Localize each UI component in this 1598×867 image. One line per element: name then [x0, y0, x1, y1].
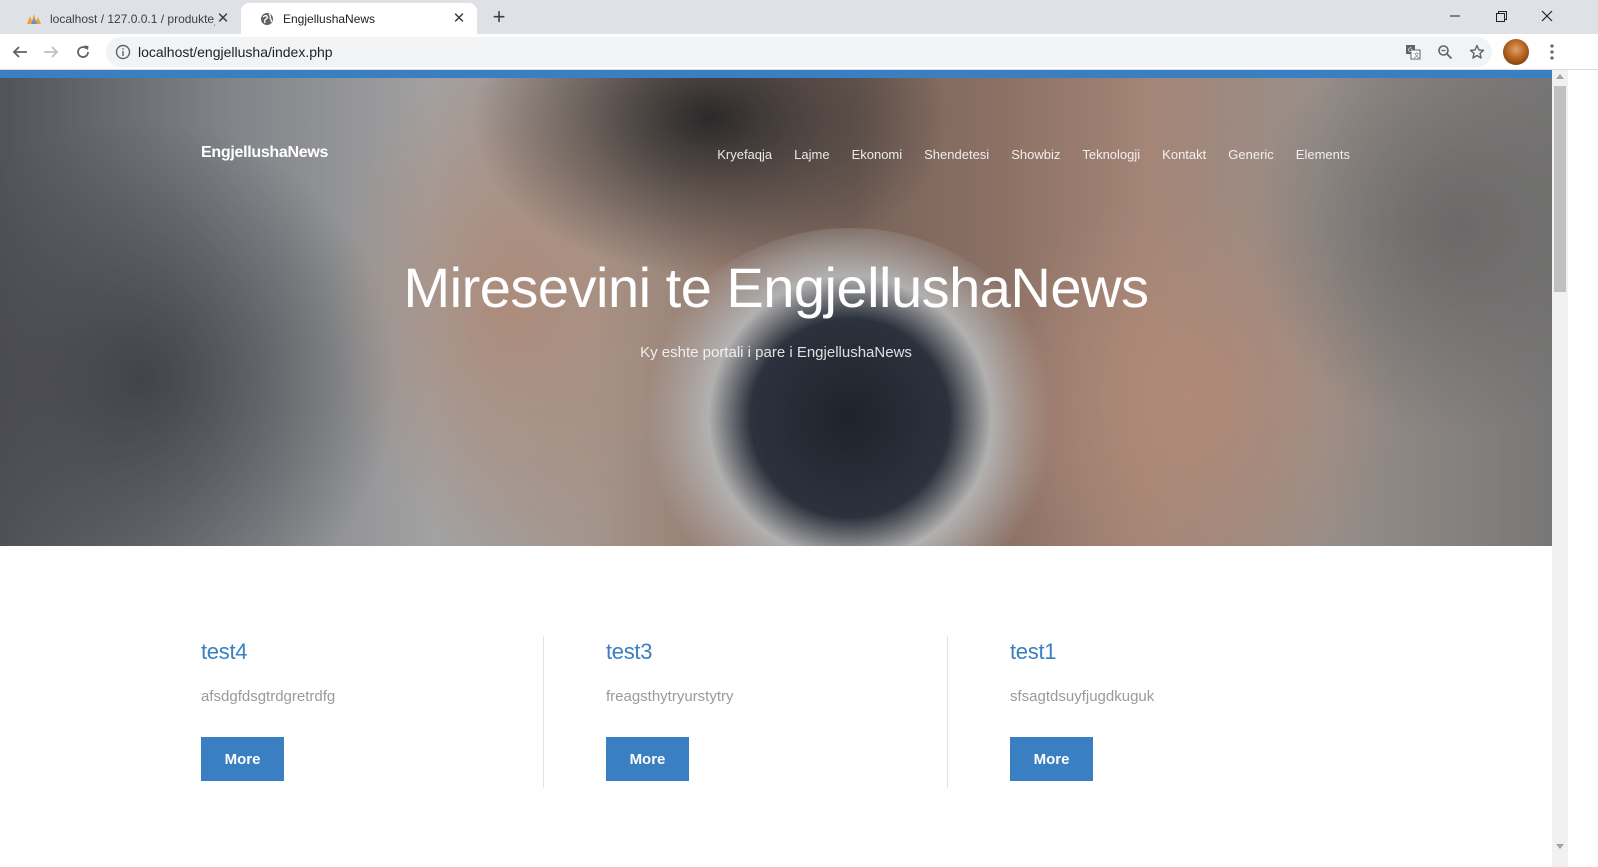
more-button[interactable]: More: [201, 737, 284, 781]
browser-menu-icon[interactable]: [1540, 38, 1564, 66]
nav-item-kontakt[interactable]: Kontakt: [1162, 147, 1206, 162]
hero-subtitle: Ky eshte portali i pare i EngjellushaNew…: [640, 344, 912, 361]
back-button[interactable]: [6, 38, 34, 66]
hero-banner: EngjellushaNews Kryefaqja Lajme Ekonomi …: [0, 78, 1552, 546]
more-button[interactable]: More: [1010, 737, 1093, 781]
page-viewport: EngjellushaNews Kryefaqja Lajme Ekonomi …: [0, 70, 1552, 867]
nav-item-ekonomi[interactable]: Ekonomi: [852, 147, 903, 162]
close-tab-icon[interactable]: ✕: [215, 10, 231, 27]
nav-item-teknologji[interactable]: Teknologji: [1082, 147, 1140, 162]
main-nav: Kryefaqja Lajme Ekonomi Shendetesi Showb…: [717, 147, 1350, 162]
profile-avatar[interactable]: [1503, 39, 1529, 65]
scrollbar-thumb[interactable]: [1554, 86, 1566, 292]
scroll-up-arrow-icon[interactable]: [1556, 74, 1564, 79]
address-bar[interactable]: localhost/engjellusha/index.php G文: [106, 37, 1492, 67]
nav-item-shendetesi[interactable]: Shendetesi: [924, 147, 989, 162]
article-title[interactable]: test1: [1010, 639, 1351, 665]
phpmyadmin-icon: [26, 11, 42, 27]
nav-item-lajme[interactable]: Lajme: [794, 147, 829, 162]
article-excerpt: afsdgfdsgtrdgretrdfg: [201, 688, 336, 705]
bookmark-star-icon[interactable]: [1468, 43, 1486, 61]
more-button[interactable]: More: [605, 737, 689, 781]
close-window-button[interactable]: [1524, 2, 1570, 30]
translate-icon[interactable]: G文: [1404, 43, 1422, 61]
article-title[interactable]: test4: [201, 639, 543, 665]
page-scrollbar[interactable]: [1552, 70, 1568, 867]
top-accent-stripe: [0, 70, 1552, 78]
globe-icon: [259, 11, 275, 27]
article-list: test4 afsdgfdsgtrdgretrdfg More test3 fr…: [201, 636, 1351, 788]
site-info-icon[interactable]: [115, 44, 131, 60]
browser-toolbar: localhost/engjellusha/index.php G文: [0, 34, 1598, 70]
forward-button[interactable]: [37, 38, 65, 66]
svg-text:文: 文: [1414, 52, 1420, 60]
article-excerpt: sfsagtdsuyfjugdkuguk: [1010, 688, 1155, 705]
zoom-icon[interactable]: [1436, 43, 1454, 61]
hero-title: Miresevini te EngjellushaNews: [403, 256, 1149, 319]
article-excerpt: freagsthytryurstytry: [605, 688, 734, 705]
nav-item-kryefaqja[interactable]: Kryefaqja: [717, 147, 772, 162]
article-card: test3 freagsthytryurstytry More: [542, 636, 947, 788]
nav-item-showbiz[interactable]: Showbiz: [1011, 147, 1060, 162]
nav-item-elements[interactable]: Elements: [1296, 147, 1350, 162]
article-title[interactable]: test3: [606, 639, 947, 665]
minimize-button[interactable]: [1432, 2, 1478, 30]
url-text: localhost/engjellusha/index.php: [138, 44, 333, 60]
new-tab-button[interactable]: +: [488, 6, 510, 29]
article-card: test4 afsdgfdsgtrdgretrdfg More: [201, 636, 543, 788]
tab-title: localhost / 127.0.0.1 / produkte_f: [50, 11, 215, 26]
browser-tab-engjellushanews[interactable]: EngjellushaNews ✕: [241, 3, 477, 34]
browser-tab-strip: localhost / 127.0.0.1 / produkte_f ✕ Eng…: [0, 0, 1598, 34]
tab-title: EngjellushaNews: [283, 11, 376, 26]
restore-button[interactable]: [1478, 2, 1524, 30]
scroll-down-arrow-icon[interactable]: [1556, 844, 1564, 849]
browser-tab-phpmyadmin[interactable]: localhost / 127.0.0.1 / produkte_f ✕: [8, 3, 241, 34]
close-tab-icon[interactable]: ✕: [451, 10, 467, 27]
site-logo[interactable]: EngjellushaNews: [201, 144, 328, 162]
nav-item-generic[interactable]: Generic: [1228, 147, 1274, 162]
article-card: test1 sfsagtdsuyfjugdkuguk More: [947, 636, 1351, 788]
svg-text:G: G: [1408, 47, 1413, 54]
reload-button[interactable]: [69, 38, 97, 66]
